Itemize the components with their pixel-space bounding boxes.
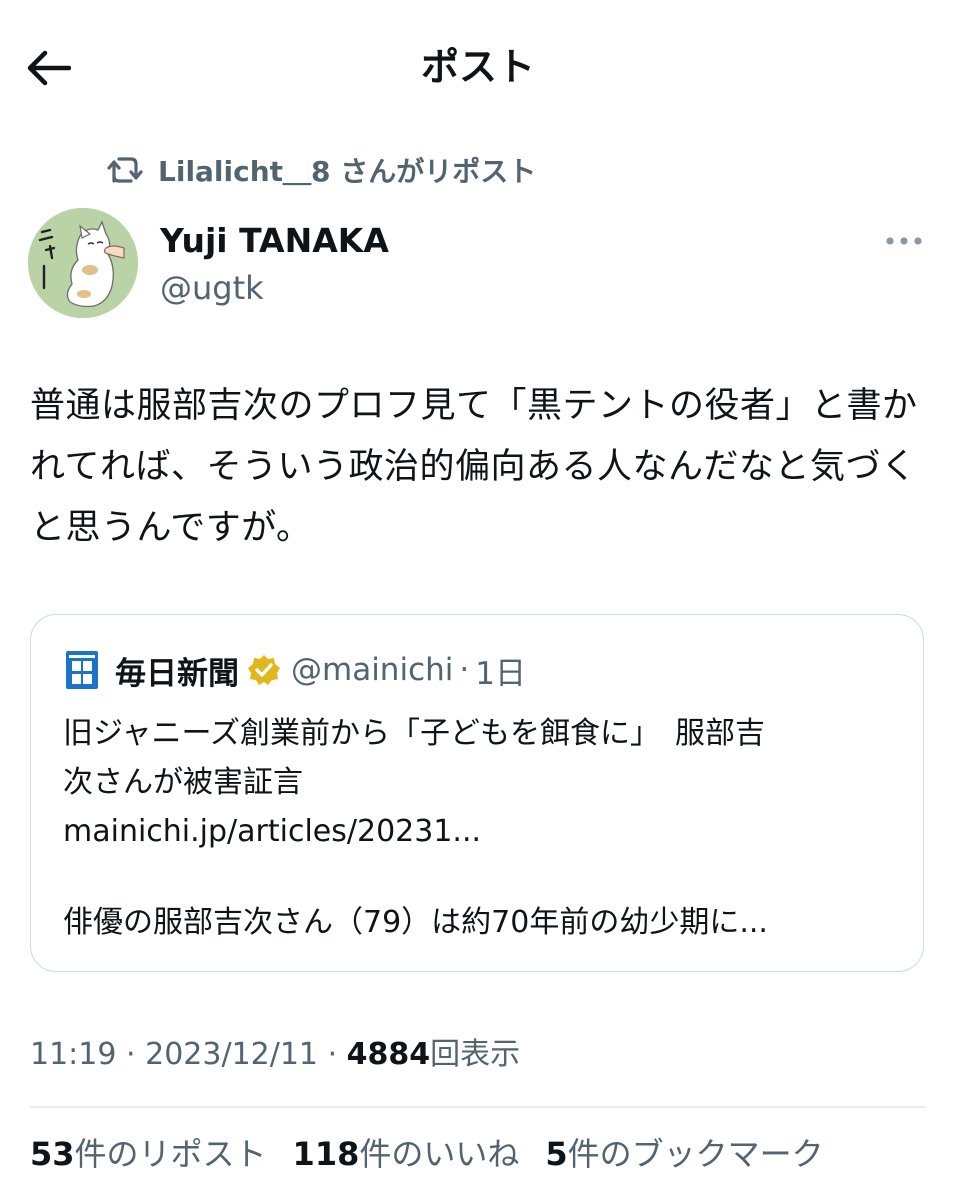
separator-dot: · xyxy=(126,1037,136,1072)
post-time[interactable]: 11:19 xyxy=(30,1037,116,1072)
tweet-text: 普通は服部吉次のプロフ見て「黒テントの役者」と書かれてれば、そういう政治的偏向あ… xyxy=(30,386,918,548)
more-horizontal-icon xyxy=(886,237,922,245)
avatar[interactable] xyxy=(28,208,138,318)
top-bar: ポスト xyxy=(0,0,956,134)
views-count: 4884 xyxy=(346,1037,431,1072)
page-title: ポスト xyxy=(420,45,535,89)
author-handle[interactable]: @ugtk xyxy=(160,266,264,310)
likes-count: 118 xyxy=(292,1135,360,1173)
quoted-author-name: 毎日新聞 xyxy=(115,655,239,692)
engagement-stats: 53件のリポスト 118件のいいね 5件のブックマーク xyxy=(30,1130,850,1178)
divider xyxy=(30,1106,926,1108)
quoted-post-card[interactable]: 毎日新聞 @mainichi · 1日 旧ジャニーズ創業前から「子どもを餌食に」… xyxy=(30,614,924,972)
author-name[interactable]: Yuji TANAKA xyxy=(160,218,389,264)
post-date[interactable]: 2023/12/11 xyxy=(145,1037,318,1072)
separator-dot: · xyxy=(459,652,470,688)
quoted-post-time: 1日 xyxy=(475,655,526,692)
bookmarks-stat[interactable]: 5件のブックマーク xyxy=(545,1130,823,1178)
cat-illustration xyxy=(28,208,138,318)
quoted-post-summary: 俳優の服部吉次さん（79）は約70年前の幼少期に... xyxy=(63,905,768,940)
quoted-post-line: 次さんが被害証言 xyxy=(63,765,303,800)
quoted-post-line: 旧ジャニーズ創業前から「子どもを餌食に」 服部吉 xyxy=(63,716,765,751)
quoted-author-handle: @mainichi xyxy=(291,652,454,688)
likes-label: 件のいいね xyxy=(359,1135,520,1173)
bookmarks-label: 件のブックマーク xyxy=(567,1135,824,1173)
separator-dot: · xyxy=(327,1037,338,1072)
reposts-label: 件のリポスト xyxy=(74,1135,267,1173)
repost-icon xyxy=(106,151,144,189)
verified-badge-icon xyxy=(248,655,280,685)
quoted-post-header: 毎日新聞 @mainichi · 1日 xyxy=(65,647,526,693)
reposts-stat[interactable]: 53件のリポスト xyxy=(30,1130,267,1178)
repost-context-text: Lilalicht＿8 さんがリポスト xyxy=(158,155,537,188)
mainichi-logo-icon xyxy=(66,651,98,689)
likes-stat[interactable]: 118件のいいね xyxy=(293,1130,520,1178)
reposts-count: 53 xyxy=(30,1135,75,1173)
post-timestamp: 11:19 · 2023/12/11 · 4884回表示 xyxy=(30,1032,520,1078)
quoted-post-link[interactable]: mainichi.jp/articles/20231... xyxy=(63,807,903,856)
quoted-post-body: 旧ジャニーズ創業前から「子どもを餌食に」 服部吉 次さんが被害証言 mainic… xyxy=(63,709,903,947)
repost-context[interactable]: Lilalicht＿8 さんがリポスト xyxy=(106,150,536,190)
views-label: 回表示 xyxy=(430,1037,521,1072)
more-options-button[interactable] xyxy=(880,224,928,258)
bookmarks-count: 5 xyxy=(545,1135,568,1173)
